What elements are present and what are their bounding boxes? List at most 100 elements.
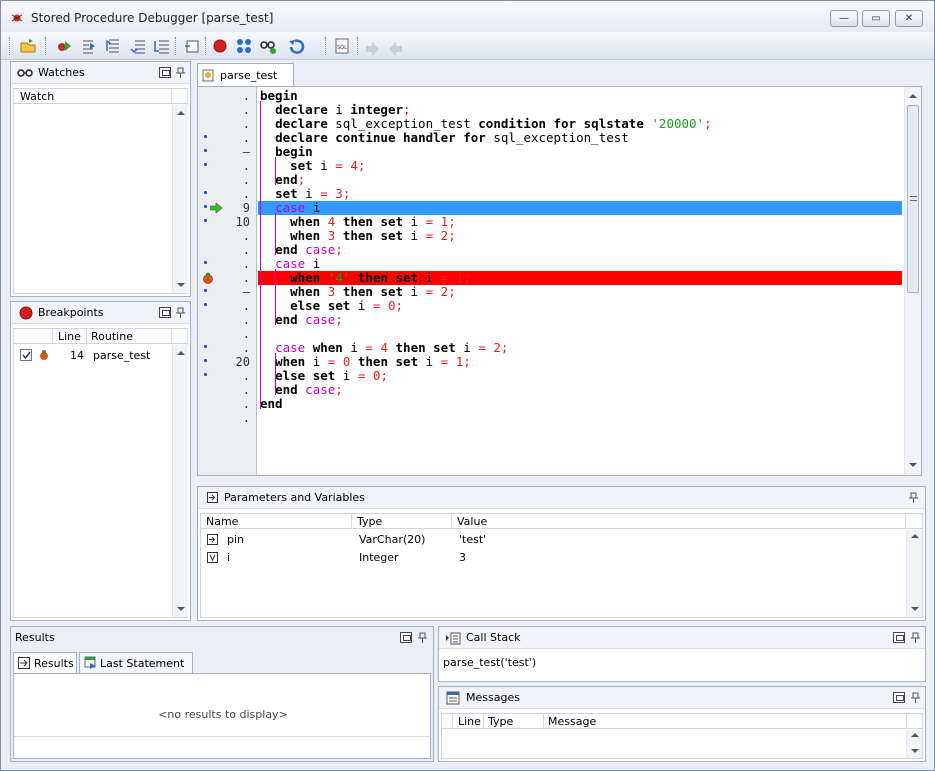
gutter-line[interactable]: . <box>198 173 256 187</box>
code-line[interactable]: when 3 then set i = 2; <box>258 285 902 299</box>
breakpoint-checkbox[interactable] <box>20 349 32 361</box>
watches-list[interactable]: Watch <box>13 88 188 294</box>
gutter-line[interactable]: – <box>198 285 256 299</box>
run-button[interactable] <box>53 35 75 57</box>
forward-button[interactable] <box>361 35 383 57</box>
gutter-line[interactable]: . <box>198 369 256 383</box>
breakpoint-line[interactable]: when '4' then set i = 1; <box>258 271 902 285</box>
scrollbar-thumb[interactable] <box>907 105 919 293</box>
code-line[interactable]: when 4 then set i = 1; <box>258 215 902 229</box>
maximize-button[interactable]: ▭ <box>862 10 890 27</box>
code-line[interactable]: else set i = 0; <box>258 369 902 383</box>
open-button[interactable] <box>17 35 39 57</box>
code-line[interactable] <box>258 411 902 425</box>
gutter-line[interactable]: . <box>198 327 256 341</box>
minimize-button[interactable]: — <box>830 10 858 27</box>
step-into-button[interactable] <box>79 35 101 57</box>
scroll-up-icon[interactable] <box>177 351 185 355</box>
pin-icon[interactable] <box>910 692 921 703</box>
code-line[interactable]: else set i = 0; <box>258 299 902 313</box>
gutter-line[interactable]: . <box>198 131 256 145</box>
scroll-up-icon[interactable] <box>909 94 917 98</box>
maximize-panel-icon[interactable] <box>400 632 412 643</box>
gutter-line[interactable]: . <box>198 341 256 355</box>
gutter-line[interactable]: . <box>198 103 256 117</box>
messages-scrollbar[interactable] <box>906 730 922 758</box>
maximize-panel-icon[interactable] <box>159 307 171 318</box>
scroll-down-icon[interactable] <box>177 283 185 287</box>
code-line[interactable]: end case; <box>258 383 902 397</box>
pin-icon[interactable] <box>175 67 186 78</box>
maximize-panel-icon[interactable] <box>159 67 171 78</box>
code-line[interactable]: end; <box>258 173 902 187</box>
messages-table[interactable]: Line Type Message <box>441 713 923 759</box>
call-stack-entry[interactable]: parse_test('test') <box>443 656 536 669</box>
code-editor[interactable]: .... –... 9 10.... –.... 20.... begin declare… <box>197 86 922 476</box>
gutter-line[interactable]: 20 <box>198 355 256 369</box>
param-value[interactable]: 'test' <box>459 533 486 546</box>
editor-scrollbar[interactable] <box>904 87 921 475</box>
gutter-line[interactable]: . <box>198 229 256 243</box>
code-line[interactable]: begin <box>258 145 902 159</box>
code-line[interactable]: set i = 4; <box>258 159 902 173</box>
code-line[interactable]: when i = 0 then set i = 1; <box>258 355 902 369</box>
code-line[interactable] <box>258 327 902 341</box>
code-line[interactable]: declare sql_exception_test condition for… <box>258 117 902 131</box>
code-line[interactable]: set i = 3; <box>258 187 902 201</box>
scroll-down-icon[interactable] <box>177 607 185 611</box>
gutter-line[interactable]: – <box>198 145 256 159</box>
current-execution-line[interactable]: case i <box>258 201 902 215</box>
gutter-line[interactable]: . <box>198 313 256 327</box>
breakpoint-row[interactable]: 14 parse_test <box>14 347 171 363</box>
code-line[interactable]: end case; <box>258 243 902 257</box>
scroll-up-icon[interactable] <box>911 733 919 737</box>
gutter-line[interactable]: . <box>198 299 256 313</box>
pin-icon[interactable] <box>175 307 186 318</box>
scroll-down-icon[interactable] <box>911 749 919 753</box>
gutter-line[interactable]: . <box>198 257 256 271</box>
tab-results[interactable]: Results <box>13 652 77 673</box>
code-line[interactable]: end <box>258 397 902 411</box>
code-line[interactable]: case when i = 4 then set i = 2; <box>258 341 902 355</box>
sql-button[interactable]: SQL <box>331 35 353 57</box>
gutter-line[interactable]: . <box>198 397 256 411</box>
gutter-line[interactable]: . <box>198 89 256 103</box>
gutter-line[interactable]: . <box>198 243 256 257</box>
parameters-table[interactable]: Name Type Value pin VarChar(20) 'test' i… <box>200 513 923 618</box>
close-button[interactable]: ✕ <box>895 10 923 27</box>
back-button[interactable] <box>385 35 407 57</box>
code-line[interactable]: when 3 then set i = 2; <box>258 229 902 243</box>
code-line[interactable]: end case; <box>258 313 902 327</box>
step-out-button[interactable] <box>127 35 149 57</box>
results-content[interactable]: <no results to display> <box>13 673 431 759</box>
pin-icon[interactable] <box>908 492 919 503</box>
maximize-panel-icon[interactable] <box>893 692 905 703</box>
run-to-cursor-button[interactable] <box>151 35 173 57</box>
scroll-up-icon[interactable] <box>177 111 185 115</box>
gutter-line[interactable]: 10 <box>198 215 256 229</box>
maximize-panel-icon[interactable] <box>893 632 905 643</box>
toolbar-grip[interactable] <box>9 37 12 55</box>
tab-parse-test[interactable]: parse_test <box>197 63 294 86</box>
gutter-line[interactable]: . <box>198 383 256 397</box>
table-row[interactable]: i Integer 3 <box>201 550 905 566</box>
gutter-line[interactable]: . <box>198 159 256 173</box>
step-over-button[interactable] <box>103 35 125 57</box>
breakpoints-scrollbar[interactable] <box>172 345 188 617</box>
gutter-line[interactable]: . <box>198 117 256 131</box>
line-number-gutter[interactable]: .... –... 9 10.... –.... 20.... <box>198 87 257 475</box>
restart-button[interactable] <box>181 35 203 57</box>
code-line[interactable]: declare i integer; <box>258 103 902 117</box>
breakpoints-list[interactable]: Line Routine 14 parse_test <box>13 328 188 618</box>
breakpoints-list-button[interactable] <box>233 35 255 57</box>
gutter-line[interactable]: 9 <box>198 201 256 215</box>
scroll-down-icon[interactable] <box>909 463 917 467</box>
code-line[interactable]: begin <box>258 89 902 103</box>
pin-icon[interactable] <box>910 632 921 643</box>
code-line[interactable]: case i <box>258 257 902 271</box>
toggle-breakpoint-button[interactable] <box>209 35 231 57</box>
scroll-up-icon[interactable] <box>911 534 919 538</box>
breakpoint-marker-icon[interactable] <box>202 272 214 284</box>
param-value[interactable]: 3 <box>459 551 466 564</box>
code-text[interactable]: begin declare i integer; declare sql_exc… <box>258 87 902 475</box>
